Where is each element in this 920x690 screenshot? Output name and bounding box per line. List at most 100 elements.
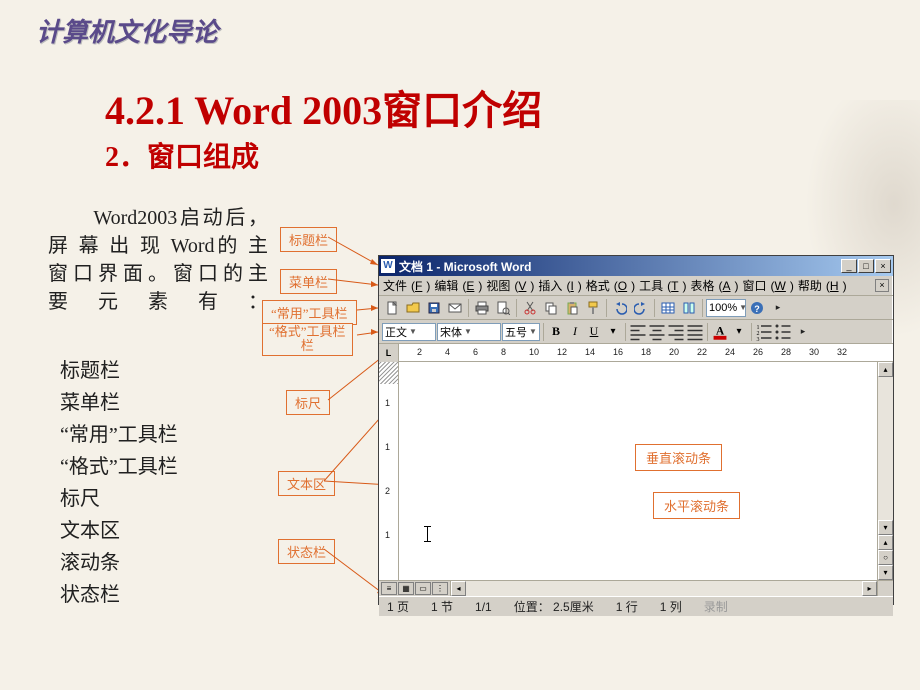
- toolbar-options-icon[interactable]: ▸: [793, 322, 813, 342]
- print-icon[interactable]: [472, 298, 492, 318]
- scroll-track[interactable]: [466, 581, 862, 596]
- list-item: “常用”工具栏: [60, 420, 178, 451]
- callout-format-toolbar: “格式”工具栏 栏: [262, 323, 353, 356]
- format-painter-icon[interactable]: [583, 298, 603, 318]
- web-view-icon[interactable]: ▦: [398, 582, 414, 595]
- maximize-button[interactable]: □: [858, 259, 874, 273]
- save-icon[interactable]: [424, 298, 444, 318]
- size-value: 五号: [505, 324, 527, 340]
- toolbar-options-icon[interactable]: ▸: [768, 298, 788, 318]
- callout-menu-bar: 菜单栏: [280, 269, 337, 294]
- word-window: W 文档 1 - Microsoft Word _ □ × 文件(F) 编辑(E…: [378, 255, 894, 605]
- minimize-button[interactable]: _: [841, 259, 857, 273]
- view-buttons: ≡ ▦ ▭ ⋮: [379, 581, 451, 596]
- style-dropdown[interactable]: 正文▼: [382, 323, 436, 341]
- columns-icon[interactable]: [679, 298, 699, 318]
- chevron-down-icon[interactable]: ▾: [730, 323, 748, 341]
- toolbar-separator: [516, 299, 517, 317]
- copy-icon[interactable]: [541, 298, 561, 318]
- print-view-icon[interactable]: ▭: [415, 582, 431, 595]
- new-doc-icon[interactable]: [382, 298, 402, 318]
- horizontal-scrollbar[interactable]: ◂ ▸: [451, 581, 877, 596]
- status-position: 位置： 2.5厘米: [514, 598, 594, 615]
- font-dropdown[interactable]: 宋体▼: [437, 323, 501, 341]
- menu-file[interactable]: 文件(F): [383, 277, 430, 294]
- tab-selector[interactable]: L: [379, 344, 399, 362]
- scroll-left-icon[interactable]: ◂: [451, 581, 466, 596]
- prev-page-icon[interactable]: ▴: [878, 535, 893, 550]
- document-close-button[interactable]: ×: [875, 279, 889, 292]
- callout-horizontal-scroll: 水平滚动条: [653, 492, 740, 519]
- status-bar: 1 页 1 节 1/1 位置： 2.5厘米 1 行 1 列 录制: [379, 596, 893, 616]
- scroll-down-icon[interactable]: ▾: [878, 520, 893, 535]
- callout-standard-toolbar: “常用”工具栏: [262, 300, 357, 325]
- callout-format-toolbar-line1: “格式”工具栏: [269, 325, 346, 339]
- list-item: 标尺: [60, 484, 178, 515]
- help-icon[interactable]: ?: [747, 298, 767, 318]
- intro-line: 屏 幕 出 现 Word的 主: [48, 232, 268, 260]
- menu-view[interactable]: 视图(V): [486, 277, 534, 294]
- window-controls: _ □ ×: [841, 259, 891, 273]
- chevron-down-icon: ▼: [529, 327, 537, 336]
- format-toolbar: 正文▼ 宋体▼ 五号▼ B I U ▾ A ▾ 123 ▸: [379, 320, 893, 344]
- vertical-ruler[interactable]: 1 1 2 1: [379, 362, 399, 580]
- toolbar-separator: [543, 323, 544, 341]
- align-right-icon[interactable]: [667, 323, 685, 341]
- undo-icon[interactable]: [610, 298, 630, 318]
- email-icon[interactable]: [445, 298, 465, 318]
- chevron-down-icon[interactable]: ▾: [604, 323, 622, 341]
- status-line: 1 行: [616, 598, 638, 615]
- cut-icon[interactable]: [520, 298, 540, 318]
- numbered-list-icon[interactable]: 123: [755, 323, 773, 341]
- menu-help[interactable]: 帮助(H): [798, 277, 847, 294]
- align-justify-icon[interactable]: [686, 323, 704, 341]
- outline-view-icon[interactable]: ⋮: [432, 582, 448, 595]
- align-left-icon[interactable]: [629, 323, 647, 341]
- bold-button[interactable]: B: [547, 323, 565, 341]
- open-icon[interactable]: [403, 298, 423, 318]
- scroll-right-icon[interactable]: ▸: [862, 581, 877, 596]
- title-bar[interactable]: W 文档 1 - Microsoft Word _ □ ×: [379, 256, 893, 276]
- vertical-scrollbar[interactable]: ▴ ▾ ▴ ○ ▾: [877, 362, 893, 580]
- horizontal-scroll-row: ≡ ▦ ▭ ⋮ ◂ ▸: [379, 580, 893, 596]
- menu-insert[interactable]: 插入(I): [538, 277, 581, 294]
- print-preview-icon[interactable]: [493, 298, 513, 318]
- underline-button[interactable]: U: [585, 323, 603, 341]
- svg-text:?: ?: [754, 304, 760, 314]
- scroll-up-icon[interactable]: ▴: [878, 362, 893, 377]
- toolbar-separator: [468, 299, 469, 317]
- standard-toolbar: 100%▼ ? ▸: [379, 296, 893, 320]
- toolbar-separator: [606, 299, 607, 317]
- list-item: 状态栏: [60, 580, 178, 611]
- menu-table[interactable]: 表格(A): [691, 277, 739, 294]
- italic-button[interactable]: I: [566, 323, 584, 341]
- font-value: 宋体: [440, 324, 462, 340]
- element-list: 标题栏 菜单栏 “常用”工具栏 “格式”工具栏 标尺 文本区 滚动条 状态栏: [60, 356, 178, 612]
- horizontal-ruler[interactable]: L 2 4 6 8 10 12 14 16 18 20 22 24 26 28 …: [379, 344, 893, 362]
- intro-line: Word2003启动后，: [48, 204, 268, 232]
- main-heading: 4.2.1 Word 2003窗口介绍: [105, 78, 542, 136]
- zoom-dropdown[interactable]: 100%▼: [706, 299, 746, 317]
- menu-window[interactable]: 窗口(W): [743, 277, 794, 294]
- close-button[interactable]: ×: [875, 259, 891, 273]
- svg-text:A: A: [716, 324, 725, 337]
- scroll-track[interactable]: [878, 377, 893, 520]
- next-page-icon[interactable]: ▾: [878, 565, 893, 580]
- redo-icon[interactable]: [631, 298, 651, 318]
- menu-tools[interactable]: 工具(T): [639, 277, 686, 294]
- menu-format[interactable]: 格式(O): [586, 277, 635, 294]
- h-ruler-scale: 2 4 6 8 10 12 14 16 18 20 22 24 26 28 30…: [399, 344, 893, 361]
- list-item: 菜单栏: [60, 388, 178, 419]
- bulleted-list-icon[interactable]: [774, 323, 792, 341]
- font-color-icon[interactable]: A: [711, 323, 729, 341]
- menu-edit[interactable]: 编辑(E): [434, 277, 482, 294]
- browse-object-icon[interactable]: ○: [878, 550, 893, 565]
- document-page[interactable]: 垂直滚动条 水平滚动条: [399, 362, 877, 580]
- paste-icon[interactable]: [562, 298, 582, 318]
- chevron-down-icon: ▼: [739, 303, 747, 312]
- normal-view-icon[interactable]: ≡: [381, 582, 397, 595]
- svg-text:3: 3: [757, 337, 760, 341]
- align-center-icon[interactable]: [648, 323, 666, 341]
- size-dropdown[interactable]: 五号▼: [502, 323, 540, 341]
- table-icon[interactable]: [658, 298, 678, 318]
